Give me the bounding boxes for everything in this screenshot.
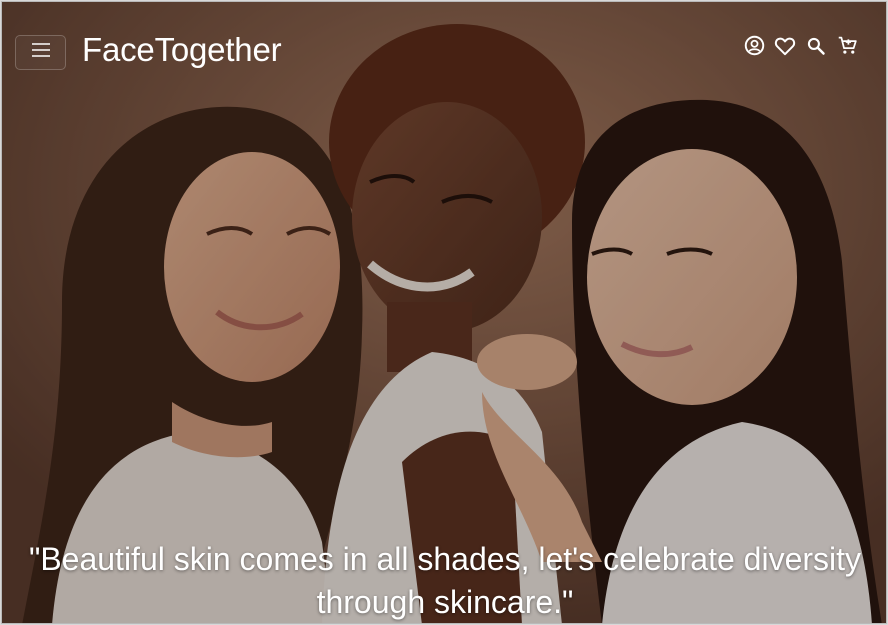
shopping-cart-icon: [837, 35, 858, 61]
account-button[interactable]: [743, 35, 765, 61]
hamburger-menu-icon: [30, 42, 52, 63]
app-frame: FaceTogether "Beautiful skin comes in al…: [1, 1, 887, 624]
top-navbar: FaceTogether: [2, 2, 886, 98]
hero-quote: "Beautiful skin comes in all shades, let…: [28, 541, 862, 620]
account-circle-icon: [744, 35, 765, 61]
menu-toggle-button[interactable]: [15, 35, 66, 70]
cart-button[interactable]: [836, 36, 858, 60]
search-icon: [806, 36, 826, 61]
wishlist-button[interactable]: [774, 36, 796, 60]
heart-outline-icon: [774, 36, 796, 61]
search-button[interactable]: [805, 36, 827, 60]
header-icon-group: [743, 35, 858, 61]
brand-logo-text[interactable]: FaceTogether: [82, 30, 282, 70]
